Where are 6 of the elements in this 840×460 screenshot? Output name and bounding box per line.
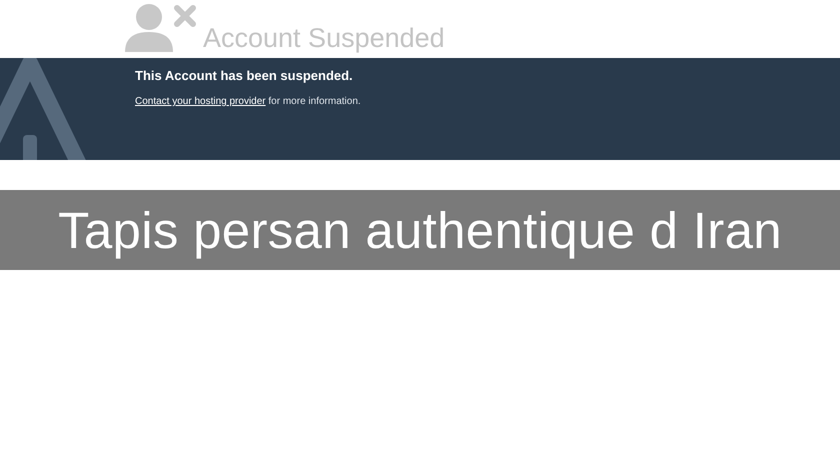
- caption-title: Tapis persan authentique d Iran: [58, 200, 782, 260]
- notice-text: Contact your hosting provider for more information.: [135, 96, 362, 107]
- page-title: Account Suspended: [203, 25, 445, 52]
- notice-heading: This Account has been suspended.: [135, 68, 354, 83]
- user-remove-icon: [125, 2, 197, 52]
- contact-link[interactable]: Contact your hosting provider: [135, 96, 266, 107]
